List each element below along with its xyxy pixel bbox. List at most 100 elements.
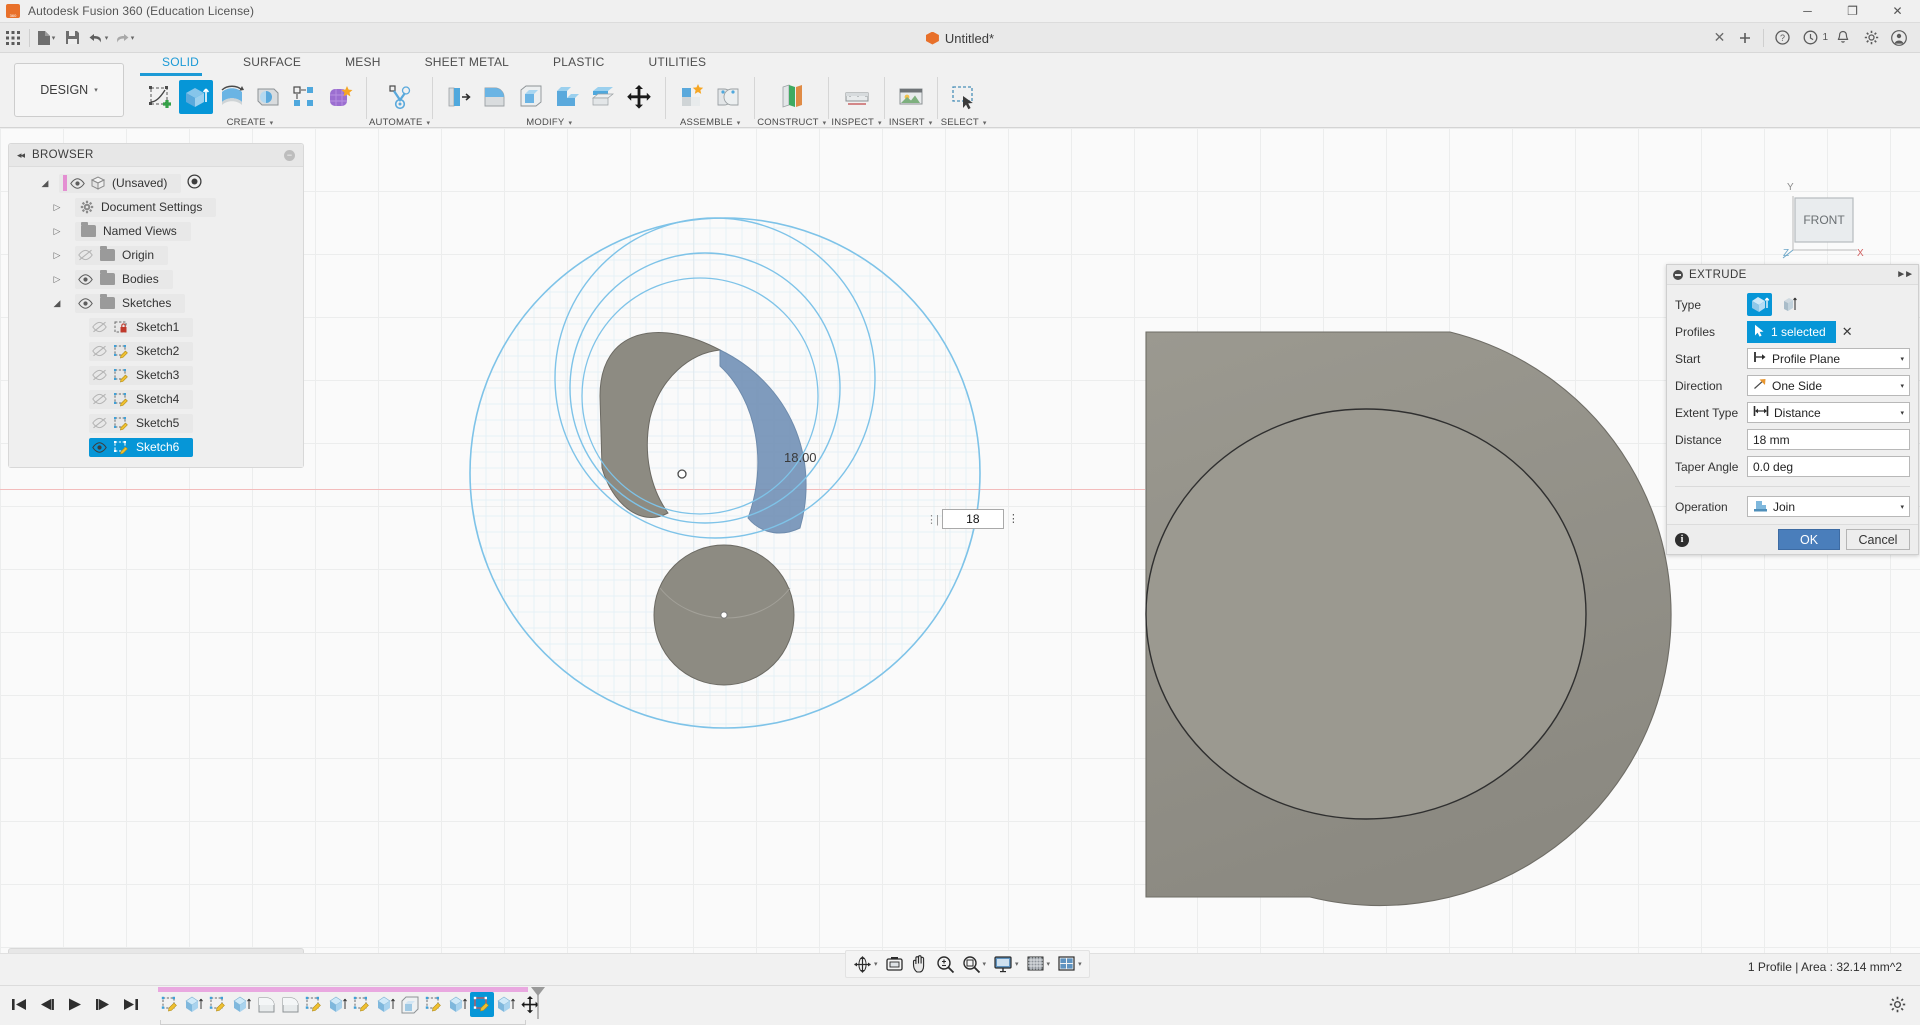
ok-button[interactable]: OK	[1778, 529, 1840, 550]
settings-icon[interactable]	[1858, 25, 1884, 51]
cancel-button[interactable]: Cancel	[1846, 529, 1910, 550]
fit-icon[interactable]: ▾	[959, 952, 990, 976]
help-icon[interactable]: ?	[1769, 25, 1795, 51]
redo-icon[interactable]: ▾	[111, 25, 137, 51]
chevron-down-icon[interactable]: ▾	[1900, 503, 1904, 511]
group-label-modify[interactable]: MODIFY ▾	[526, 117, 572, 128]
browser-item-sketch1[interactable]: Sketch1	[9, 315, 303, 339]
expand-arrow-icon[interactable]: ▷	[49, 226, 65, 237]
display-settings-icon[interactable]: ▾	[990, 952, 1022, 976]
new-document-icon[interactable]: ▾	[33, 25, 59, 51]
new-component-icon[interactable]	[675, 80, 709, 114]
timeline-feature-sketch[interactable]	[206, 992, 230, 1017]
collapse-left-icon[interactable]: ◂◂	[17, 150, 24, 161]
expand-arrow-icon[interactable]: ▷	[49, 202, 65, 213]
chevron-down-icon[interactable]: ▾	[1900, 355, 1904, 363]
chevron-down-icon[interactable]: ▾	[1047, 960, 1051, 968]
shell-icon[interactable]	[514, 80, 548, 114]
activate-component-radio[interactable]	[187, 174, 202, 192]
joint-icon[interactable]	[711, 80, 745, 114]
tab-utilities[interactable]: UTILITIES	[626, 55, 728, 73]
skip-start-icon[interactable]	[10, 997, 28, 1015]
group-label-automate[interactable]: AUTOMATE ▾	[369, 117, 430, 128]
browser-panel-dot[interactable]: −	[284, 150, 295, 161]
grid-menu-icon[interactable]	[0, 25, 26, 51]
chevron-down-icon[interactable]: ▾	[1900, 409, 1904, 417]
measure-icon[interactable]	[840, 80, 874, 114]
visibility-eye-icon[interactable]	[67, 178, 87, 189]
chevron-down-icon[interactable]: ▾	[874, 960, 878, 968]
expand-arrow-icon[interactable]: ◢	[49, 298, 65, 309]
step-forward-icon[interactable]	[94, 997, 112, 1015]
offset-face-icon[interactable]	[586, 80, 620, 114]
chevron-down-icon[interactable]: ▾	[1900, 382, 1904, 390]
timeline-track[interactable]	[158, 987, 542, 1025]
timeline-feature-sketch[interactable]	[422, 992, 446, 1017]
timeline-feature-fillet[interactable]	[254, 992, 278, 1017]
visibility-eye-icon[interactable]	[75, 274, 95, 285]
sweep-icon[interactable]	[251, 80, 285, 114]
dimension-input[interactable]: 18	[942, 509, 1004, 529]
step-back-icon[interactable]	[38, 997, 56, 1015]
timeline-feature-sketch[interactable]	[302, 992, 326, 1017]
view-cube[interactable]: Y FRONT X Z	[1765, 178, 1875, 271]
browser-item-sketch3[interactable]: Sketch3	[9, 363, 303, 387]
visibility-eye-hidden-icon[interactable]	[89, 321, 109, 333]
visibility-eye-hidden-icon[interactable]	[89, 417, 109, 429]
timeline-feature-extrude[interactable]	[182, 992, 206, 1017]
grid-snaps-icon[interactable]: ▾	[1023, 952, 1054, 976]
info-icon[interactable]: i	[1675, 533, 1689, 547]
visibility-eye-hidden-icon[interactable]	[89, 345, 109, 357]
close-document-icon[interactable]: ✕	[1708, 29, 1730, 46]
start-dropdown[interactable]: Profile Plane ▾	[1747, 348, 1910, 369]
save-icon[interactable]	[59, 25, 85, 51]
tab-sheet-metal[interactable]: SHEET METAL	[403, 55, 531, 73]
timeline-feature-extrude[interactable]	[326, 992, 350, 1017]
job-status-icon[interactable]	[1797, 25, 1823, 51]
select-window-icon[interactable]	[947, 80, 981, 114]
browser-item-unsaved[interactable]: ◢ (Unsaved)	[9, 171, 303, 195]
distance-input[interactable]: 18 mm	[1747, 429, 1910, 450]
revolve-icon[interactable]	[215, 80, 249, 114]
pan-icon[interactable]	[908, 952, 932, 976]
maximize-button[interactable]: ❐	[1830, 0, 1875, 23]
dialog-expand-icon[interactable]: ►►	[1896, 269, 1912, 280]
taper-angle-input[interactable]: 0.0 deg	[1747, 456, 1910, 477]
press-pull-icon[interactable]	[442, 80, 476, 114]
browser-item-sketches[interactable]: ◢ Sketches	[9, 291, 303, 315]
timeline-feature-fillet[interactable]	[278, 992, 302, 1017]
chevron-down-icon[interactable]: ▾	[983, 960, 987, 968]
group-label-inspect[interactable]: INSPECT ▾	[831, 117, 881, 128]
viewports-icon[interactable]: ▾	[1054, 952, 1085, 976]
extrude-dialog-header[interactable]: EXTRUDE ►►	[1667, 265, 1918, 285]
chevron-down-icon[interactable]: ▾	[1015, 960, 1019, 968]
form-icon[interactable]	[323, 80, 357, 114]
tab-surface[interactable]: SURFACE	[221, 55, 323, 73]
dimension-options-icon[interactable]: ⋮	[1008, 517, 1019, 522]
workspace-switcher[interactable]: DESIGN ▾	[14, 63, 124, 117]
add-tab-button[interactable]	[1732, 25, 1758, 51]
undo-icon[interactable]: ▾	[85, 25, 111, 51]
automate-icon[interactable]	[383, 80, 417, 114]
timeline-feature-sketch-active[interactable]	[470, 992, 494, 1017]
browser-item-named-views[interactable]: ▷ Named Views	[9, 219, 303, 243]
visibility-eye-hidden-icon[interactable]	[75, 249, 95, 261]
timeline-feature-shell[interactable]	[398, 992, 422, 1017]
browser-item-sketch2[interactable]: Sketch2	[9, 339, 303, 363]
tab-plastic[interactable]: PLASTIC	[531, 55, 626, 73]
extrude-thin-icon[interactable]	[1778, 293, 1803, 316]
visibility-eye-icon[interactable]	[89, 442, 109, 453]
offset-plane-icon[interactable]	[775, 80, 809, 114]
timeline-settings-icon[interactable]	[1889, 996, 1906, 1016]
expand-arrow-icon[interactable]: ▷	[49, 274, 65, 285]
dimension-edit-box[interactable]: ⋮| 18 ⋮	[926, 509, 1019, 529]
minimize-button[interactable]: ─	[1785, 0, 1830, 23]
timeline-feature-sketch[interactable]	[158, 992, 182, 1017]
extent-type-dropdown[interactable]: Distance ▾	[1747, 402, 1910, 423]
fillet-icon[interactable]	[478, 80, 512, 114]
clear-profiles-icon[interactable]: ✕	[1842, 324, 1853, 340]
extrude-solid-icon[interactable]	[1747, 293, 1772, 316]
browser-item-sketch4[interactable]: Sketch4	[9, 387, 303, 411]
insert-mcmaster-icon[interactable]	[894, 80, 928, 114]
play-icon[interactable]	[66, 997, 84, 1015]
